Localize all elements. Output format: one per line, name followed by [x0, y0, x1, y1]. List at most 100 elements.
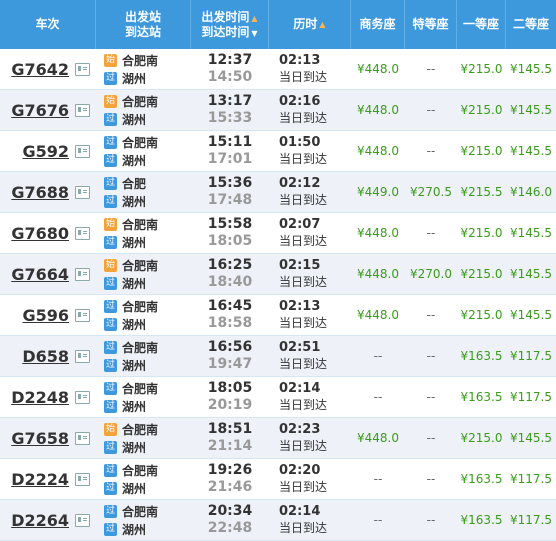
times-cell: 20:34 22:48: [191, 500, 269, 540]
to-station: 过湖州: [104, 192, 146, 210]
to-station-name: 湖州: [122, 276, 147, 291]
sort-up-icon[interactable]: ▲: [251, 14, 257, 23]
same-day-arrival: 当日到达: [279, 111, 328, 125]
to-station-name: 湖州: [122, 153, 147, 168]
from-station-name: 合肥南: [122, 258, 159, 273]
train-number-link[interactable]: D658: [22, 347, 69, 366]
train-number-link[interactable]: G592: [22, 142, 69, 161]
train-info-card-icon[interactable]: [75, 144, 90, 158]
from-station-name: 合肥南: [122, 217, 159, 232]
train-info-card-icon[interactable]: [75, 349, 90, 363]
table-row: G7658 始合肥南过湖州 18:51 21:14 02:23 当日到达 ¥448.0 -- ¥…: [0, 418, 556, 459]
table-row: G7664 始合肥南过湖州 16:25 18:40 02:15 当日到达 ¥448.0 ¥27…: [0, 254, 556, 295]
table-header: 车次 出发站 到达站 出发时间 ▲ 到达时间 ▼ 历时 ▲ 商务座 特等座 一等座 二…: [0, 0, 556, 49]
second-seat-cell: ¥145.5: [506, 90, 556, 130]
train-number-link[interactable]: D2248: [11, 388, 69, 407]
train-info-card-icon[interactable]: [75, 62, 90, 76]
train-cell: G592: [0, 131, 96, 171]
from-station: 始合肥南: [104, 215, 158, 233]
first-seat-cell: ¥163.5: [457, 459, 506, 499]
second-seat-price: ¥145.5: [510, 431, 552, 445]
first-seat-price: ¥215.0: [460, 103, 503, 117]
train-info-card-icon[interactable]: [75, 308, 90, 322]
train-number-link[interactable]: D2224: [11, 470, 69, 489]
business-seat-cell: ¥448.0: [351, 90, 405, 130]
first-seat-price: ¥215.0: [460, 431, 503, 445]
header-times: 出发时间 ▲ 到达时间 ▼: [191, 0, 269, 49]
second-seat-price: ¥145.5: [510, 144, 552, 158]
train-number-link[interactable]: D2264: [11, 511, 69, 530]
arrive-time: 20:19: [207, 397, 253, 413]
business-seat-cell: --: [351, 377, 405, 417]
depart-time: 19:26: [207, 462, 253, 478]
train-number-link[interactable]: G7688: [11, 183, 69, 202]
premium-seat-cell: --: [405, 295, 457, 335]
premium-seat-cell: --: [405, 336, 457, 376]
business-seat-price: ¥448.0: [357, 62, 399, 76]
train-number-link[interactable]: G7642: [11, 60, 69, 79]
train-info-card-icon[interactable]: [75, 267, 90, 281]
stations-cell: 过合肥南过湖州: [96, 500, 191, 540]
from-station: 始合肥南: [104, 51, 158, 69]
first-seat-cell: ¥215.5: [457, 172, 506, 212]
train-info-card-icon[interactable]: [75, 390, 90, 404]
train-number-link[interactable]: G7680: [11, 224, 69, 243]
premium-seat-price: --: [426, 308, 436, 322]
to-station: 过湖州: [104, 69, 146, 87]
first-seat-price: ¥215.0: [460, 226, 503, 240]
duration-value: 02:23: [279, 422, 321, 437]
second-seat-cell: ¥145.5: [506, 49, 556, 89]
train-info-card-icon[interactable]: [75, 185, 90, 199]
premium-seat-price: --: [426, 472, 436, 486]
start-station-icon: 始: [104, 422, 117, 436]
start-station-icon: 始: [104, 94, 117, 108]
first-seat-cell: ¥215.0: [457, 90, 506, 130]
first-seat-cell: ¥215.0: [457, 254, 506, 294]
to-station: 过湖州: [104, 356, 146, 374]
table-row: D658 过合肥南过湖州 16:56 19:47 02:51 当日到达 -- -- ¥163.5…: [0, 336, 556, 377]
table-row: G592 过合肥南过湖州 15:11 17:01 01:50 当日到达 ¥448.0 -- ¥2…: [0, 131, 556, 172]
header-arrive-time[interactable]: 到达时间 ▼: [201, 25, 257, 40]
stations-cell: 始合肥南过湖州: [96, 90, 191, 130]
train-info-card-icon[interactable]: [75, 103, 90, 117]
duration-cell: 02:07 当日到达: [269, 213, 351, 253]
table-row: D2248 过合肥南过湖州 18:05 20:19 02:14 当日到达 -- -- ¥163.…: [0, 377, 556, 418]
depart-time: 15:36: [207, 175, 253, 191]
train-number-link[interactable]: G7664: [11, 265, 69, 284]
times-cell: 15:36 17:48: [191, 172, 269, 212]
second-seat-cell: ¥117.5: [506, 500, 556, 540]
pass-station-icon: 过: [104, 299, 117, 313]
train-number-link[interactable]: G596: [22, 306, 69, 325]
header-duration[interactable]: 历时 ▲: [269, 0, 351, 49]
train-info-card-icon[interactable]: [75, 226, 90, 240]
duration-value: 02:14: [279, 381, 321, 396]
premium-seat-price: --: [426, 349, 436, 363]
depart-time: 16:45: [207, 298, 253, 314]
times-cell: 12:37 14:50: [191, 49, 269, 89]
train-info-card-icon[interactable]: [75, 513, 90, 527]
premium-seat-price: --: [426, 431, 436, 445]
sort-down-icon[interactable]: ▼: [251, 29, 257, 38]
from-station-name: 合肥南: [122, 504, 159, 519]
header-to-station[interactable]: 到达站: [125, 25, 161, 40]
to-station: 过湖州: [104, 397, 146, 415]
train-number-link[interactable]: G7658: [11, 429, 69, 448]
first-seat-price: ¥163.5: [460, 472, 503, 486]
header-depart-time[interactable]: 出发时间 ▲: [201, 10, 257, 25]
sort-up-icon[interactable]: ▲: [319, 20, 325, 29]
train-number-link[interactable]: G7676: [11, 101, 69, 120]
train-info-card-icon[interactable]: [75, 472, 90, 486]
to-station-name: 湖州: [122, 235, 147, 250]
stations-cell: 始合肥南过湖州: [96, 49, 191, 89]
train-cell: G7658: [0, 418, 96, 458]
business-seat-price: --: [373, 472, 383, 486]
first-seat-cell: ¥163.5: [457, 500, 506, 540]
header-train-label: 车次: [35, 17, 60, 31]
train-info-card-icon[interactable]: [75, 431, 90, 445]
second-seat-price: ¥146.0: [510, 185, 552, 199]
train-cell: G596: [0, 295, 96, 335]
premium-seat-cell: --: [405, 213, 457, 253]
pass-station-icon: 过: [104, 399, 117, 413]
header-from-station[interactable]: 出发站: [125, 10, 161, 25]
from-station-name: 合肥南: [122, 53, 159, 68]
